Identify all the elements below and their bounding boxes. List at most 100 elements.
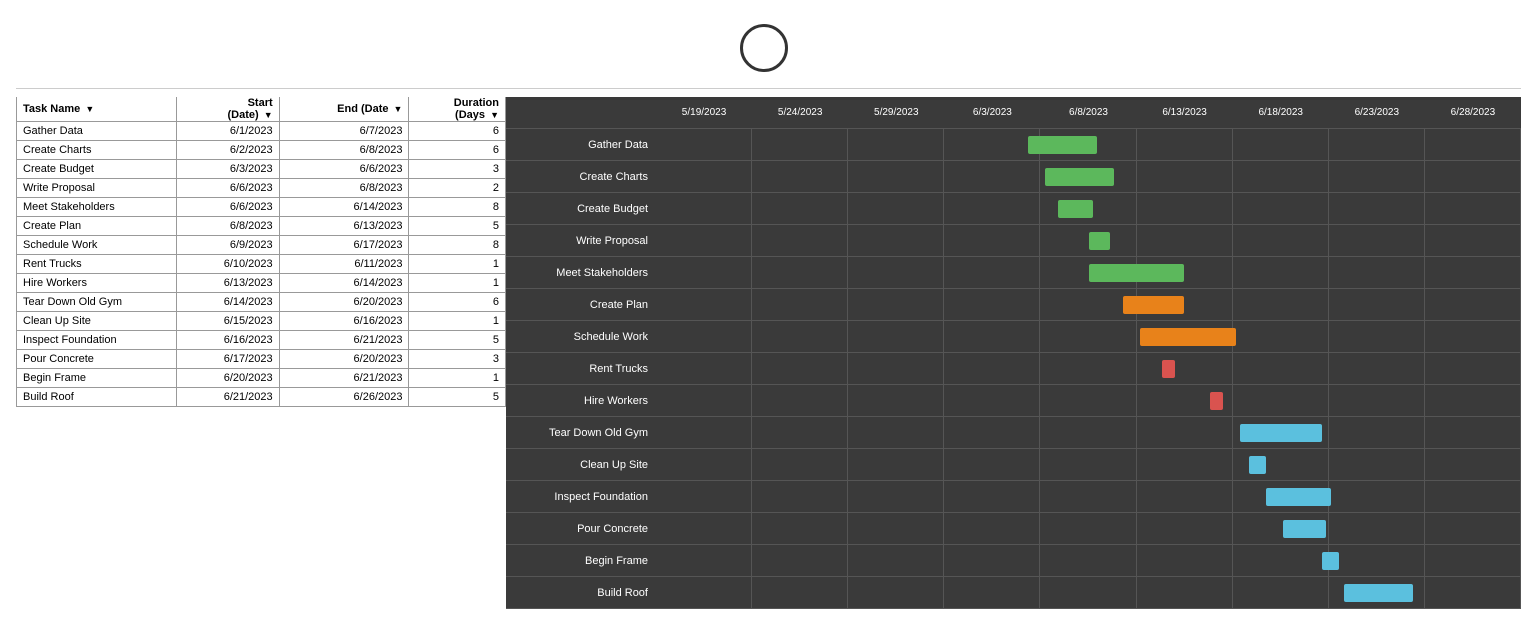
gantt-bar	[1058, 200, 1093, 218]
task-name-cell: Clean Up Site	[17, 312, 177, 331]
task-end-cell: 6/17/2023	[279, 236, 409, 255]
task-end-cell: 6/20/2023	[279, 293, 409, 312]
gantt-bar	[1240, 424, 1322, 442]
task-duration-cell: 3	[409, 350, 506, 369]
task-start-cell: 6/21/2023	[177, 388, 280, 407]
gantt-date-label: 6/23/2023	[1329, 107, 1425, 118]
task-start-cell: 6/2/2023	[177, 141, 280, 160]
gantt-bar	[1344, 584, 1413, 602]
table-row: Write Proposal 6/6/2023 6/8/2023 2	[17, 179, 506, 198]
task-duration-cell: 5	[409, 217, 506, 236]
gantt-row: Begin Frame	[506, 545, 1521, 577]
gantt-bar	[1322, 552, 1339, 570]
task-duration-cell: 6	[409, 122, 506, 141]
gantt-bar	[1123, 296, 1184, 314]
task-duration-cell: 1	[409, 274, 506, 293]
gantt-bar-area	[656, 193, 1521, 224]
col-end: End (Date ▼	[279, 97, 409, 122]
brand-logo	[740, 24, 788, 72]
gantt-bar-area	[656, 289, 1521, 320]
main-content: Task Name ▼ Start(Date) ▼ End (Date ▼ Du…	[0, 97, 1537, 625]
gantt-row-label: Create Charts	[506, 171, 656, 183]
page-header	[0, 0, 1537, 16]
col-duration: Duration(Days ▼	[409, 97, 506, 122]
task-duration-cell: 5	[409, 331, 506, 350]
task-duration-cell: 1	[409, 369, 506, 388]
task-name-cell: Schedule Work	[17, 236, 177, 255]
task-start-cell: 6/15/2023	[177, 312, 280, 331]
task-start-cell: 6/1/2023	[177, 122, 280, 141]
gantt-date-label: 6/13/2023	[1137, 107, 1233, 118]
gantt-bar-area	[656, 513, 1521, 544]
gantt-row-label: Rent Trucks	[506, 363, 656, 375]
gantt-header: 5/19/20235/24/20235/29/20236/3/20236/8/2…	[506, 97, 1521, 129]
table-row: Create Plan 6/8/2023 6/13/2023 5	[17, 217, 506, 236]
gantt-row-label: Begin Frame	[506, 555, 656, 567]
gantt-bar	[1089, 232, 1111, 250]
task-name-cell: Create Budget	[17, 160, 177, 179]
gantt-date-label: 6/28/2023	[1425, 107, 1521, 118]
task-start-cell: 6/6/2023	[177, 179, 280, 198]
task-table-section: Task Name ▼ Start(Date) ▼ End (Date ▼ Du…	[16, 97, 506, 609]
task-duration-cell: 6	[409, 293, 506, 312]
task-name-cell: Inspect Foundation	[17, 331, 177, 350]
task-end-cell: 6/13/2023	[279, 217, 409, 236]
task-name-cell: Create Charts	[17, 141, 177, 160]
gantt-bar-area	[656, 385, 1521, 416]
gantt-row-label: Create Plan	[506, 299, 656, 311]
task-start-cell: 6/9/2023	[177, 236, 280, 255]
table-row: Inspect Foundation 6/16/2023 6/21/2023 5	[17, 331, 506, 350]
gantt-bar	[1028, 136, 1097, 154]
gantt-date-label: 5/24/2023	[752, 107, 848, 118]
gantt-row-label: Build Roof	[506, 587, 656, 599]
gantt-date-label: 6/18/2023	[1233, 107, 1329, 118]
task-start-cell: 6/6/2023	[177, 198, 280, 217]
table-row: Rent Trucks 6/10/2023 6/11/2023 1	[17, 255, 506, 274]
task-end-cell: 6/8/2023	[279, 141, 409, 160]
gantt-bar-area	[656, 353, 1521, 384]
gantt-row-label: Schedule Work	[506, 331, 656, 343]
gantt-row: Clean Up Site	[506, 449, 1521, 481]
table-row: Clean Up Site 6/15/2023 6/16/2023 1	[17, 312, 506, 331]
task-end-cell: 6/20/2023	[279, 350, 409, 369]
gantt-row: Write Proposal	[506, 225, 1521, 257]
task-end-cell: 6/14/2023	[279, 274, 409, 293]
task-name-cell: Rent Trucks	[17, 255, 177, 274]
task-start-cell: 6/16/2023	[177, 331, 280, 350]
gantt-row-label: Hire Workers	[506, 395, 656, 407]
col-start: Start(Date) ▼	[177, 97, 280, 122]
gantt-row-label: Gather Data	[506, 139, 656, 151]
gantt-row-label: Tear Down Old Gym	[506, 427, 656, 439]
gantt-bar-area	[656, 129, 1521, 160]
gantt-bar-area	[656, 321, 1521, 352]
gantt-row: Gather Data	[506, 129, 1521, 161]
gantt-row-label: Clean Up Site	[506, 459, 656, 471]
task-name-cell: Gather Data	[17, 122, 177, 141]
gantt-row: Create Plan	[506, 289, 1521, 321]
gantt-bar	[1045, 168, 1114, 186]
task-name-cell: Begin Frame	[17, 369, 177, 388]
gantt-bar-area	[656, 257, 1521, 288]
gantt-chart: 5/19/20235/24/20235/29/20236/3/20236/8/2…	[506, 97, 1521, 609]
task-name-cell: Create Plan	[17, 217, 177, 236]
gantt-row: Hire Workers	[506, 385, 1521, 417]
gantt-row-label: Create Budget	[506, 203, 656, 215]
task-duration-cell: 1	[409, 312, 506, 331]
table-row: Schedule Work 6/9/2023 6/17/2023 8	[17, 236, 506, 255]
brand-area	[0, 16, 1537, 80]
gantt-row: Rent Trucks	[506, 353, 1521, 385]
table-row: Begin Frame 6/20/2023 6/21/2023 1	[17, 369, 506, 388]
gantt-bar-area	[656, 577, 1521, 608]
task-duration-cell: 3	[409, 160, 506, 179]
table-row: Hire Workers 6/13/2023 6/14/2023 1	[17, 274, 506, 293]
gantt-bar-area	[656, 225, 1521, 256]
gantt-date-label: 5/19/2023	[656, 107, 752, 118]
task-end-cell: 6/14/2023	[279, 198, 409, 217]
gantt-row-label: Pour Concrete	[506, 523, 656, 535]
task-end-cell: 6/11/2023	[279, 255, 409, 274]
table-row: Tear Down Old Gym 6/14/2023 6/20/2023 6	[17, 293, 506, 312]
task-table: Task Name ▼ Start(Date) ▼ End (Date ▼ Du…	[16, 97, 506, 407]
gantt-row: Build Roof	[506, 577, 1521, 609]
gantt-bar	[1249, 456, 1266, 474]
table-row: Meet Stakeholders 6/6/2023 6/14/2023 8	[17, 198, 506, 217]
